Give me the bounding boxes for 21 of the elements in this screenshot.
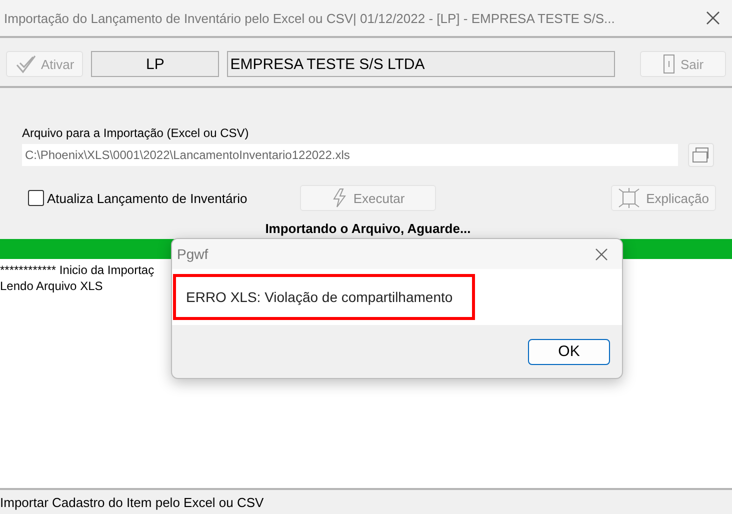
- update-checkbox[interactable]: Atualiza Lançamento de Inventário: [28, 190, 300, 206]
- log-line: Lendo Arquivo XLS: [0, 278, 104, 294]
- file-path-field[interactable]: C:\Phoenix\XLS\0001\2022\LancamentoInventario122022.xls: [22, 144, 678, 166]
- dialog-title: Pgwf: [177, 246, 208, 262]
- window-title: Importação do Lançamento de Inventário pelo Excel ou CSV| 01/12/2022 - [LP] - EMPRESA TESTE S/S...: [4, 10, 615, 26]
- status-text: Importar Cadastro do Item pelo Excel ou CSV: [0, 494, 265, 512]
- door-icon: [662, 53, 676, 75]
- frame-icon: [618, 188, 640, 208]
- windows-icon: [691, 146, 711, 164]
- browse-button[interactable]: [688, 143, 714, 167]
- ok-button[interactable]: OK: [528, 338, 610, 364]
- log-line: ************ Inicio da Importaç: [0, 262, 156, 278]
- company-field: EMPRESA TESTE S/S LTDA: [227, 51, 616, 77]
- progress-caption: Importando o Arquivo, Aguarde...: [264, 221, 472, 237]
- checkmark-icon: [15, 53, 37, 75]
- file-label: Arquivo para a Importação (Excel ou CSV): [22, 126, 250, 140]
- lightning-icon: [331, 188, 348, 208]
- code-field: LP: [91, 51, 220, 77]
- close-icon[interactable]: [595, 248, 608, 260]
- error-message: ERRO XLS: Violação de compartilhamento: [173, 274, 475, 320]
- close-icon[interactable]: [706, 11, 720, 25]
